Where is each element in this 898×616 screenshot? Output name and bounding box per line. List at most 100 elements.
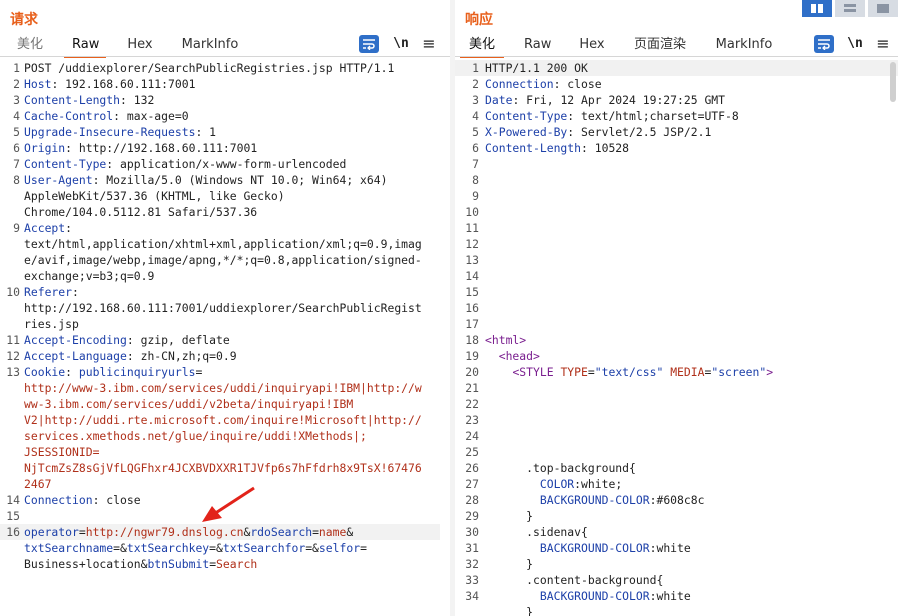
newline-icon[interactable]: \n xyxy=(846,34,864,54)
request-line-number: 14 xyxy=(6,493,20,507)
single-view-icon xyxy=(877,4,889,13)
tab-raw[interactable]: Raw xyxy=(524,34,551,56)
response-line-number: 28 xyxy=(465,493,479,507)
request-code-line: http://www-3.ibm.com/services/uddi/inqui… xyxy=(24,381,422,395)
response-title: 响应 xyxy=(465,12,493,28)
tab-markinfo[interactable]: MarkInfo xyxy=(715,34,773,56)
response-code-line xyxy=(485,428,892,444)
horizontal-view-button[interactable] xyxy=(835,0,865,17)
response-line-number: 33 xyxy=(465,573,479,587)
wrap-icon xyxy=(363,39,375,50)
wrap-toggle-button[interactable] xyxy=(359,35,379,53)
menu-icon[interactable]: ≡ xyxy=(421,34,437,54)
request-line-number xyxy=(0,204,20,220)
request-line-number xyxy=(0,556,20,572)
menu-icon[interactable]: ≡ xyxy=(875,34,891,54)
response-editor[interactable]: 1 2 3 4 5 6 7 8 9 10 11 12 13 14 15 16 17 18 19 20 21 22 23 24 2… xyxy=(455,60,898,616)
response-line-number: 17 xyxy=(465,317,479,331)
request-code-line: JSESSIONID= xyxy=(24,445,100,459)
tab-markinfo[interactable]: MarkInfo xyxy=(181,34,239,56)
request-code-line: http://192.168.60.111:7001/uddiexplorer/… xyxy=(24,301,422,315)
response-code-line xyxy=(485,316,892,332)
response-line-number: 7 xyxy=(472,157,479,171)
response-line-number: 14 xyxy=(465,269,479,283)
response-scrollbar[interactable] xyxy=(890,62,896,102)
response-line-number: 5 xyxy=(472,125,479,139)
request-code-line: ww-3.ibm.com/services/uddi/v2beta/inquir… xyxy=(24,397,354,411)
response-code-line: } xyxy=(485,605,534,616)
response-line-number: 18 xyxy=(465,333,479,347)
response-code-line: Content-Type: text/html;charset=UTF-8 xyxy=(485,109,739,123)
tab-hex[interactable]: Hex xyxy=(127,34,153,56)
request-line-number: 12 xyxy=(6,349,20,363)
response-line-number: 21 xyxy=(465,381,479,395)
request-code-line: Content-Length: 132 xyxy=(24,93,155,107)
tab-hex[interactable]: Hex xyxy=(579,34,605,56)
response-line-number: 34 xyxy=(465,589,479,603)
tab-pretty[interactable]: 美化 xyxy=(460,34,504,58)
response-line-number: 16 xyxy=(465,301,479,315)
request-line-number: 5 xyxy=(13,125,20,139)
tab-pretty[interactable]: 美化 xyxy=(16,34,44,56)
request-line-number: 3 xyxy=(13,93,20,107)
newline-icon[interactable]: \n xyxy=(392,34,410,54)
request-line-number: 10 xyxy=(6,285,20,299)
response-code-line: Connection: close xyxy=(485,77,602,91)
response-code-line: BACKGROUND-COLOR:white xyxy=(539,541,691,555)
request-line-number xyxy=(0,188,20,204)
response-line-number: 13 xyxy=(465,253,479,267)
response-line-number: 29 xyxy=(465,509,479,523)
request-line-number xyxy=(0,316,20,332)
response-line-number: 4 xyxy=(472,109,479,123)
request-line-number: 11 xyxy=(6,333,20,347)
request-line-number: 9 xyxy=(13,221,20,235)
wrap-toggle-button[interactable] xyxy=(814,35,834,53)
request-code-line: operator=http://ngwr79.dnslog.cn&rdoSear… xyxy=(24,525,354,539)
request-line-number xyxy=(0,396,20,412)
response-code-line xyxy=(485,300,892,316)
request-line-number: 6 xyxy=(13,141,20,155)
request-code-line: NjTcmZsZ8sGjVfLQGFhxr4JCXBVDXXR1TJVfp6s7… xyxy=(24,461,422,475)
split-view-button[interactable] xyxy=(802,0,832,17)
response-code-line: Content-Length: 10528 xyxy=(485,141,630,155)
request-code-line: Cache-Control: max-age=0 xyxy=(24,109,189,123)
tab-raw[interactable]: Raw xyxy=(64,34,106,58)
response-code-line: } xyxy=(485,557,534,571)
response-line-number: 1 xyxy=(472,61,479,75)
request-line-number xyxy=(0,236,20,252)
tab-render[interactable]: 页面渲染 xyxy=(632,34,688,56)
response-line-number: 11 xyxy=(465,221,479,235)
request-title: 请求 xyxy=(10,12,38,28)
response-line-number: 23 xyxy=(465,413,479,427)
response-line-number: 10 xyxy=(465,205,479,219)
request-line-number: 7 xyxy=(13,157,20,171)
response-code-line: <STYLE TYPE="text/css" MEDIA="screen"> xyxy=(512,365,774,379)
request-line-number: 16 xyxy=(6,525,20,539)
request-line-number xyxy=(0,252,20,268)
request-editor[interactable]: 1 2 3 4 5 6 7 8 9 10 11 12 13 14 15 16 POST /uddiexplor… xyxy=(0,60,450,616)
response-code-line: Date: Fri, 12 Apr 2024 19:27:25 GMT xyxy=(485,93,726,107)
response-code-line xyxy=(485,412,892,428)
response-code[interactable]: HTTP/1.1 200 OK Connection: close Date: Fr… xyxy=(485,60,892,616)
request-code-line: POST /uddiexplorer/SearchPublicRegistrie… xyxy=(24,61,395,75)
request-line-number: 2 xyxy=(13,77,20,91)
request-line-number xyxy=(0,460,20,476)
request-code-line: Business+location&btnSubmit=Search xyxy=(24,557,258,571)
response-code-line xyxy=(485,172,892,188)
request-line-number xyxy=(0,428,20,444)
request-code-line: V2|http://uddi.rte.microsoft.com/inquire… xyxy=(24,413,422,427)
response-line-number: 19 xyxy=(465,349,479,363)
response-line-number: 24 xyxy=(465,429,479,443)
request-line-number: 1 xyxy=(13,61,20,75)
request-code-line: Cookie: publicinquiryurls= xyxy=(24,365,203,379)
response-code-line xyxy=(485,396,892,412)
response-line-number: 3 xyxy=(472,93,479,107)
response-code-line xyxy=(485,444,892,460)
response-code-line: HTTP/1.1 200 OK xyxy=(485,61,588,75)
request-line-number: 8 xyxy=(13,173,20,187)
response-code-line: BACKGROUND-COLOR:#608c8c xyxy=(539,493,705,507)
request-code-line: Accept: xyxy=(24,221,73,235)
response-code-line: .content-background{ xyxy=(485,573,664,587)
single-view-button[interactable] xyxy=(868,0,898,17)
response-line-numbers: 1 2 3 4 5 6 7 8 9 10 11 12 13 14 15 16 17 18 19 20 21 22 23 24 2… xyxy=(455,60,479,604)
